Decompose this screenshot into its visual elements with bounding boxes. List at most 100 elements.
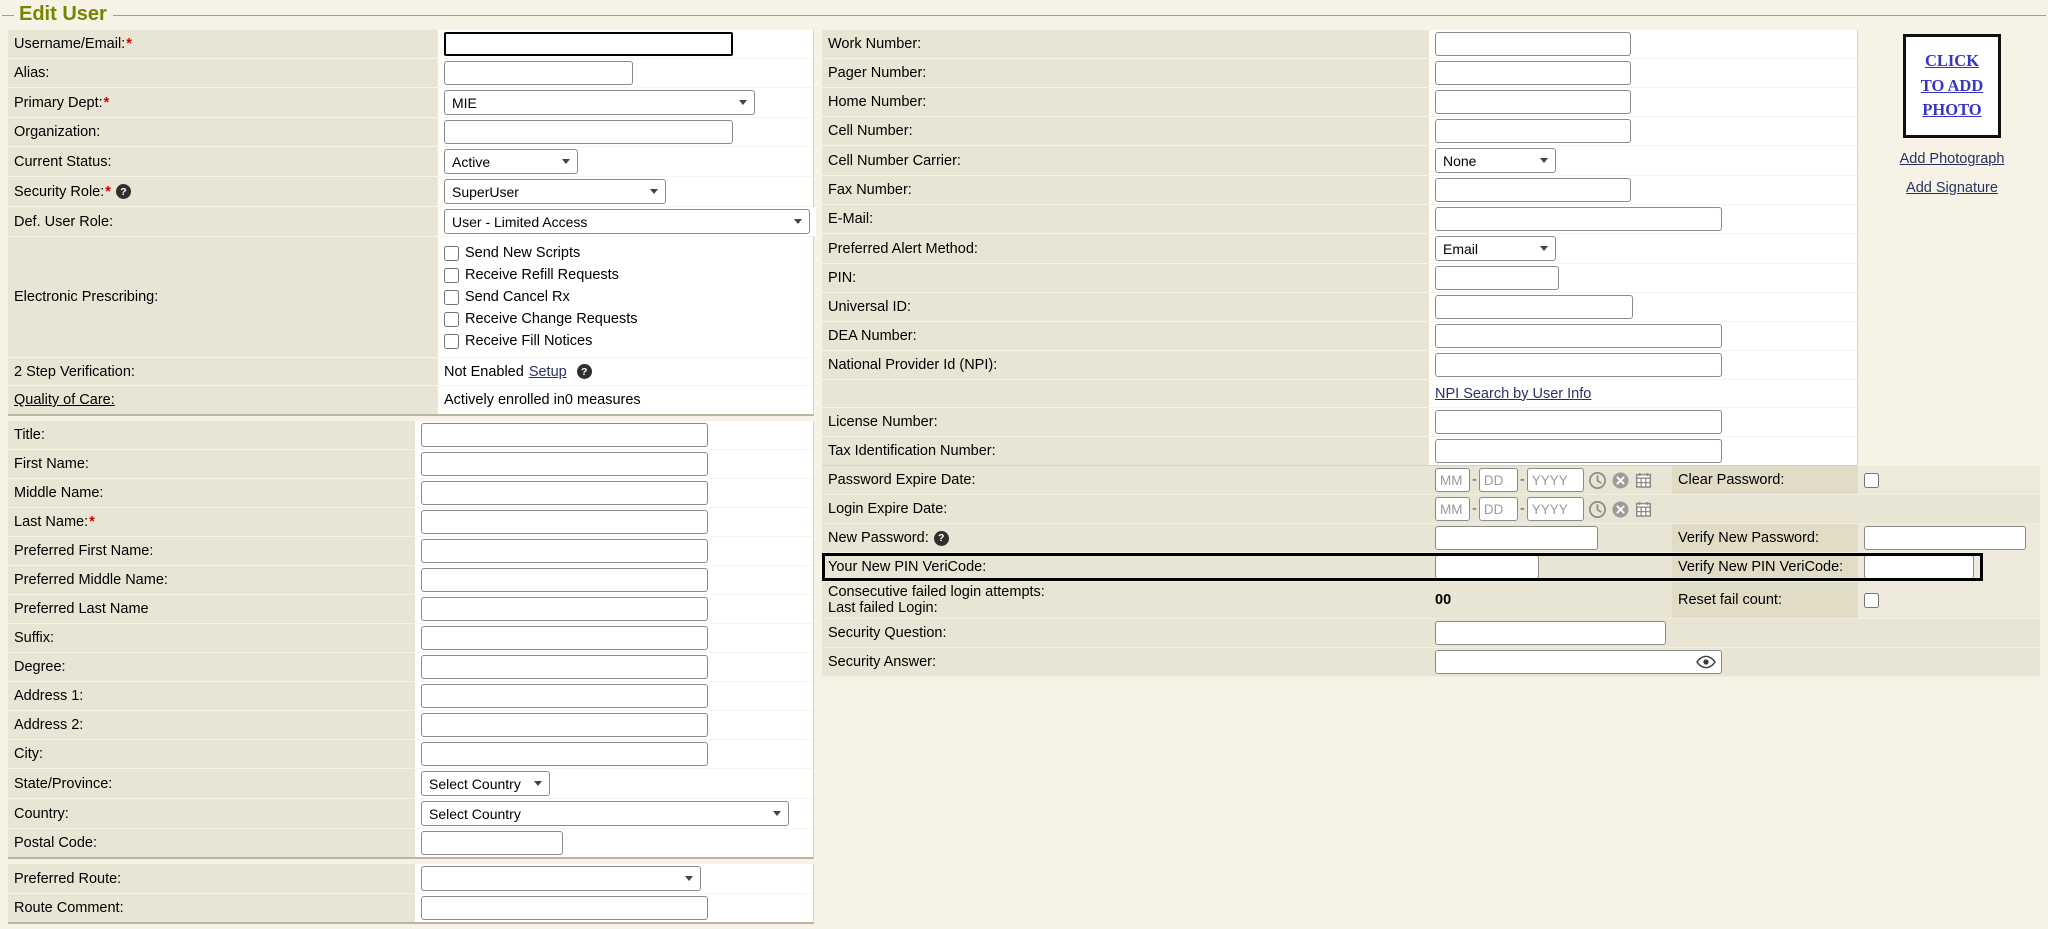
send-cancel-rx-checkbox[interactable] bbox=[444, 290, 459, 305]
route-comment-input[interactable] bbox=[421, 896, 708, 920]
last-name-input[interactable] bbox=[421, 510, 708, 534]
home-number-input[interactable] bbox=[1435, 90, 1631, 114]
city-input[interactable] bbox=[421, 742, 708, 766]
home-number-row: Home Number: bbox=[822, 88, 1857, 117]
add-photograph-link[interactable]: Add Photograph bbox=[1872, 151, 2032, 167]
receive-refill-requests-checkbox[interactable] bbox=[444, 268, 459, 283]
middle-name-input[interactable] bbox=[421, 481, 708, 505]
npi-search-link[interactable]: NPI Search by User Info bbox=[1435, 386, 1591, 402]
send-new-scripts-checkbox-item[interactable]: Send New Scripts bbox=[444, 242, 638, 264]
reset-fail-count-checkbox[interactable] bbox=[1864, 593, 1879, 608]
receive-change-requests-checkbox[interactable] bbox=[444, 312, 459, 327]
eye-icon[interactable] bbox=[1696, 655, 1716, 669]
alias-input[interactable] bbox=[444, 61, 633, 85]
help-icon[interactable]: ? bbox=[934, 531, 949, 546]
clock-icon[interactable] bbox=[1588, 500, 1607, 519]
dropdown-arrow-icon bbox=[534, 781, 542, 786]
cell-number-carrier-select[interactable]: None bbox=[1435, 148, 1556, 173]
def-user-role-select[interactable]: User - Limited Access bbox=[444, 209, 810, 234]
dropdown-arrow-icon bbox=[1540, 158, 1548, 163]
preferred-first-name-input[interactable] bbox=[421, 539, 708, 563]
last-name-field bbox=[415, 508, 813, 536]
npi-input[interactable] bbox=[1435, 353, 1722, 377]
e-mail-input[interactable] bbox=[1435, 207, 1722, 231]
postal-code-label: Postal Code: bbox=[14, 835, 97, 851]
security-question-input[interactable] bbox=[1435, 621, 1666, 645]
clear-date-icon[interactable] bbox=[1611, 471, 1630, 490]
required-asterisk: * bbox=[105, 184, 111, 200]
send-cancel-rx-checkbox-item[interactable]: Send Cancel Rx bbox=[444, 286, 638, 308]
add-photo-placeholder[interactable]: CLICK TO ADD PHOTO bbox=[1903, 34, 2001, 138]
receive-refill-requests-checkbox-item[interactable]: Receive Refill Requests bbox=[444, 264, 638, 286]
clear-date-icon[interactable] bbox=[1611, 500, 1630, 519]
pager-number-label-cell: Pager Number: bbox=[822, 59, 1429, 87]
address-2-input[interactable] bbox=[421, 713, 708, 737]
license-number-input[interactable] bbox=[1435, 410, 1722, 434]
title-field bbox=[415, 421, 813, 449]
help-icon[interactable]: ? bbox=[116, 184, 131, 199]
help-icon[interactable]: ? bbox=[577, 364, 592, 379]
fax-number-input[interactable] bbox=[1435, 178, 1631, 202]
verify-new-password-input[interactable] bbox=[1864, 526, 2026, 550]
setup-link[interactable]: Setup bbox=[529, 364, 567, 380]
password-expire-date-dd-input[interactable] bbox=[1479, 468, 1518, 492]
calendar-icon[interactable] bbox=[1634, 500, 1653, 519]
security-role-select[interactable]: SuperUser bbox=[444, 179, 666, 204]
middle-name-label-cell: Middle Name: bbox=[8, 479, 415, 507]
login-expire-date-yyyy-input[interactable] bbox=[1527, 497, 1584, 521]
password-expire-date-mm-input[interactable] bbox=[1435, 468, 1470, 492]
primary-dept-select[interactable]: MIE bbox=[444, 90, 755, 115]
primary-dept-label-cell: Primary Dept:* bbox=[8, 88, 438, 117]
title-input[interactable] bbox=[421, 423, 708, 447]
dea-number-input[interactable] bbox=[1435, 324, 1722, 348]
preferred-last-name-input[interactable] bbox=[421, 597, 708, 621]
first-name-field bbox=[415, 450, 813, 478]
address-1-input[interactable] bbox=[421, 684, 708, 708]
state-province-select[interactable]: Select Country bbox=[421, 771, 550, 796]
preferred-alert-method-select[interactable]: Email bbox=[1435, 236, 1556, 261]
pin-vericode-input[interactable] bbox=[1435, 555, 1539, 579]
first-name-input[interactable] bbox=[421, 452, 708, 476]
tax-identification-number-label-text: Tax Identification Number: bbox=[828, 443, 996, 459]
preferred-route-select[interactable] bbox=[421, 866, 701, 891]
npi-search-label-cell bbox=[822, 380, 1429, 407]
quality-of-care-label-text[interactable]: Quality of Care: bbox=[14, 392, 115, 408]
add-signature-link[interactable]: Add Signature bbox=[1872, 180, 2032, 196]
new-password-input[interactable] bbox=[1435, 526, 1598, 550]
suffix-input[interactable] bbox=[421, 626, 708, 650]
degree-input[interactable] bbox=[421, 655, 708, 679]
photo-placeholder-line: CLICK bbox=[1925, 49, 1979, 74]
security-role-label-text: Security Role: bbox=[14, 184, 104, 200]
cell-number-input[interactable] bbox=[1435, 119, 1631, 143]
organization-row: Organization: bbox=[8, 118, 813, 147]
verify-new-pin-vericode-input[interactable] bbox=[1864, 555, 1974, 579]
send-new-scripts-checkbox[interactable] bbox=[444, 246, 459, 261]
pin-vericode-row: Your New PIN VeriCode:Verify New PIN Ver… bbox=[822, 553, 2040, 582]
login-expire-date-mm-input[interactable] bbox=[1435, 497, 1470, 521]
universal-id-label-cell: Universal ID: bbox=[822, 293, 1429, 321]
login-expire-date-dd-input[interactable] bbox=[1479, 497, 1518, 521]
security-answer-input[interactable] bbox=[1435, 650, 1722, 674]
clock-icon[interactable] bbox=[1588, 471, 1607, 490]
universal-id-input[interactable] bbox=[1435, 295, 1633, 319]
tax-identification-number-input[interactable] bbox=[1435, 439, 1722, 463]
verify-new-pin-vericode-label-cell: Verify New PIN VeriCode: bbox=[1672, 553, 1858, 581]
pin-input[interactable] bbox=[1435, 266, 1559, 290]
preferred-middle-name-input[interactable] bbox=[421, 568, 708, 592]
organization-input[interactable] bbox=[444, 120, 733, 144]
clear-password-checkbox[interactable] bbox=[1864, 473, 1879, 488]
username-email-input[interactable] bbox=[444, 32, 733, 56]
country-select[interactable]: Select Country bbox=[421, 801, 789, 826]
calendar-icon[interactable] bbox=[1634, 471, 1653, 490]
current-status-select[interactable]: Active bbox=[444, 149, 578, 174]
login-expire-date-label: Login Expire Date: bbox=[828, 501, 947, 517]
pager-number-input[interactable] bbox=[1435, 61, 1631, 85]
postal-code-input[interactable] bbox=[421, 831, 563, 855]
receive-fill-notices-checkbox[interactable] bbox=[444, 334, 459, 349]
middle-form-column: Work Number:Pager Number:Home Number:Cel… bbox=[822, 30, 2040, 677]
work-number-input[interactable] bbox=[1435, 32, 1631, 56]
password-expire-date-yyyy-input[interactable] bbox=[1527, 468, 1584, 492]
degree-label: Degree: bbox=[14, 659, 66, 675]
receive-fill-notices-checkbox-item[interactable]: Receive Fill Notices bbox=[444, 330, 638, 352]
receive-change-requests-checkbox-item[interactable]: Receive Change Requests bbox=[444, 308, 638, 330]
